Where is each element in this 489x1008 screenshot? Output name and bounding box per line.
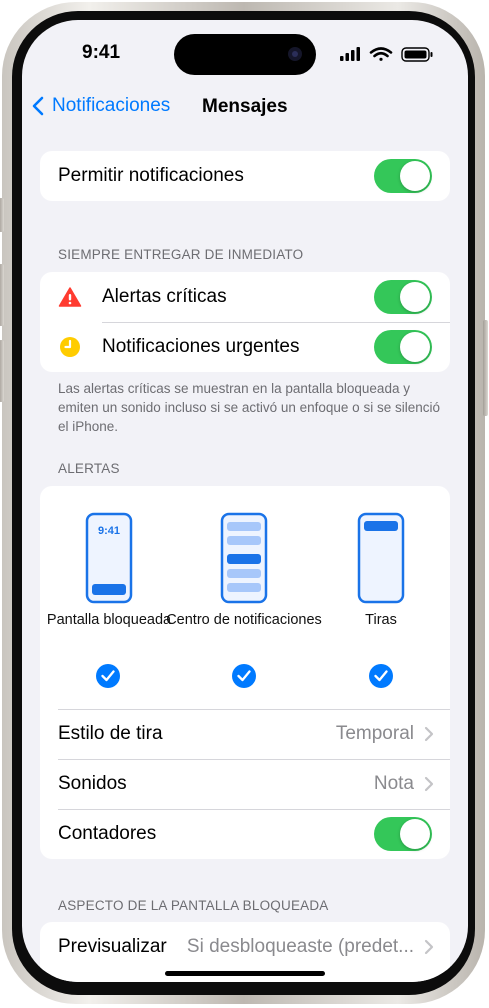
status-time: 9:41 [82,42,121,63]
chevron-right-icon [424,776,434,792]
toggle-knob [400,819,430,849]
wifi-icon [369,47,393,61]
badges-toggle[interactable] [374,817,432,851]
critical-alerts-row: Alertas críticas [40,272,450,322]
toggle-knob [400,161,430,191]
toggle-knob [400,332,430,362]
preview-label: Previsualizar [58,936,167,957]
warning-icon [58,287,82,307]
banner-style-row[interactable]: Estilo de tira Temporal [40,709,450,759]
alerts-group: 9:41 Pantalla bloqueada Centro de notifi… [40,486,450,859]
navigation-bar: Notificaciones Mensajes [22,90,468,122]
sounds-row[interactable]: Sonidos Nota [40,759,450,809]
notification-center-style-label: Centro de notificaciones [166,612,322,628]
badges-label: Contadores [58,823,157,844]
side-button [483,320,488,416]
checkmark-icon [374,670,388,682]
chevron-right-icon [424,939,434,955]
sounds-value: Nota [373,773,414,794]
allow-notifications-row: Permitir notificaciones [40,151,450,201]
home-indicator[interactable] [165,971,325,976]
notification-center-phone-icon [220,512,268,604]
lock-screen-checkmark[interactable] [96,664,120,688]
alert-style-banners[interactable]: Tiras [314,486,450,696]
alert-style-notification-center[interactable]: Centro de notificaciones [166,486,322,696]
banners-checkmark[interactable] [369,664,393,688]
dynamic-island [174,34,316,75]
back-label: Notificaciones [52,95,171,116]
banners-phone-icon [357,512,405,604]
volume-down-button [0,340,4,402]
banner-style-label: Estilo de tira [58,723,163,744]
back-button[interactable]: Notificaciones [32,90,170,122]
checkmark-icon [237,670,251,682]
allow-notifications-group: Permitir notificaciones [40,151,450,201]
chevron-right-icon [424,726,434,742]
critical-alerts-label: Alertas críticas [102,286,227,307]
camera-icon [288,47,302,61]
badges-row: Contadores [40,809,450,859]
checkmark-icon [101,670,115,682]
toggle-knob [400,282,430,312]
allow-notifications-label: Permitir notificaciones [58,165,244,186]
status-bar: 9:41 [22,20,468,80]
urgent-notifications-row: Notificaciones urgentes [40,322,450,372]
critical-alerts-footnote: Las alertas críticas se muestran en la p… [58,381,440,434]
alerts-section-header: ALERTAS [58,461,120,476]
urgent-notifications-label: Notificaciones urgentes [102,336,300,357]
page-title: Mensajes [202,96,288,117]
notification-center-checkmark[interactable] [232,664,256,688]
action-button [0,198,4,232]
screen: 9:41 Notificaciones Mensajes Permitir no… [22,20,468,982]
volume-up-button [0,264,4,326]
immediate-group: Alertas críticas Notificaciones urgentes [40,272,450,372]
cellular-signal-icon [340,47,360,61]
banners-style-label: Tiras [365,612,397,628]
lock-screen-section-header: ASPECTO DE LA PANTALLA BLOQUEADA [58,898,329,913]
banner-style-value: Temporal [335,723,414,744]
chevron-left-icon [32,96,44,116]
lock-screen-phone-time: 9:41 [97,525,121,537]
sounds-label: Sonidos [58,773,127,794]
battery-icon [401,47,433,62]
allow-notifications-toggle[interactable] [374,159,432,193]
status-icons [340,47,433,62]
critical-alerts-toggle[interactable] [374,280,432,314]
clock-icon [60,337,80,357]
preview-value: Si desbloqueaste (predet... [186,936,414,957]
preview-row[interactable]: Previsualizar Si desbloqueaste (predet..… [40,922,450,972]
alert-style-lock-screen[interactable]: 9:41 Pantalla bloqueada [40,486,176,696]
immediate-section-header: SIEMPRE ENTREGAR DE INMEDIATO [58,247,304,262]
urgent-notifications-toggle[interactable] [374,330,432,364]
